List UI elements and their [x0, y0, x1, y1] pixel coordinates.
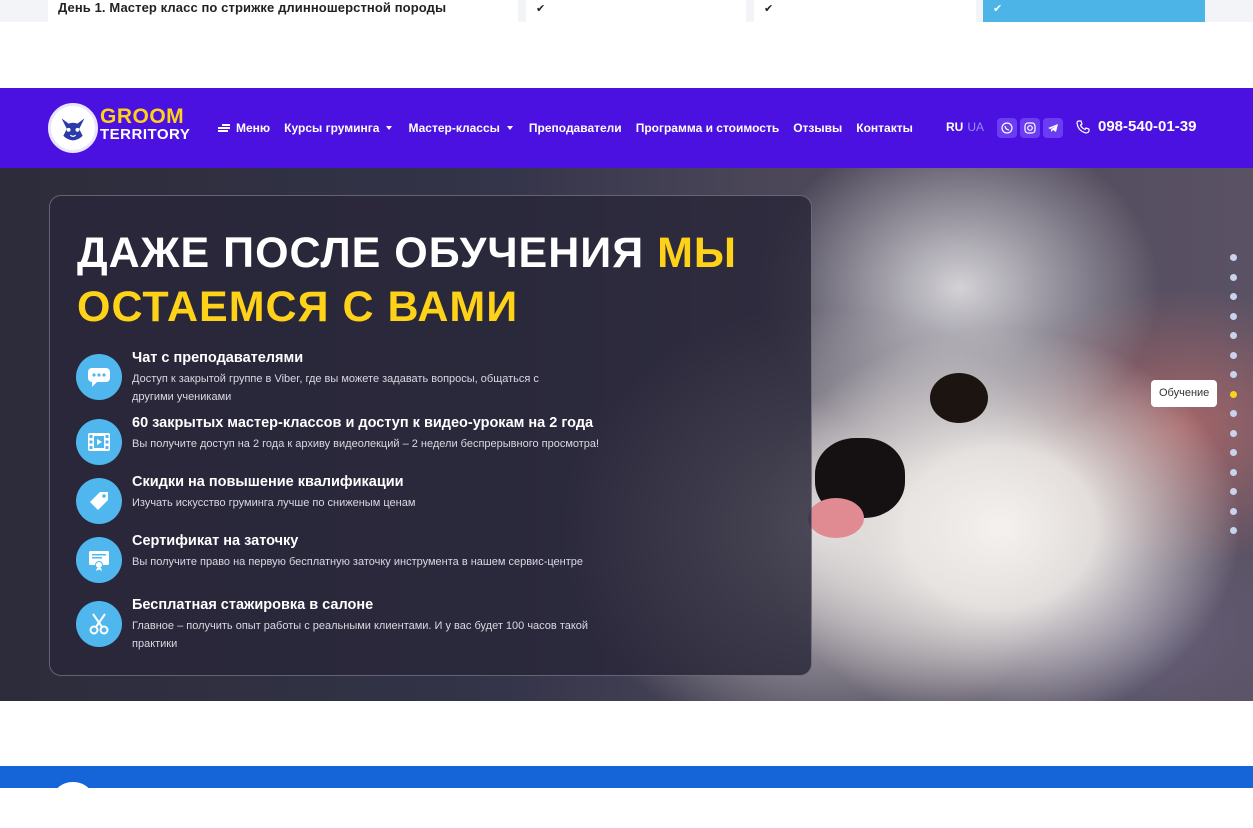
section-dot-active[interactable] [1230, 391, 1237, 398]
logo-icon[interactable] [48, 103, 98, 153]
table-cell-highlight: ✔ [983, 0, 1205, 22]
nav-contacts-label: Контакты [856, 121, 913, 135]
phone-number: 098-540-01-39 [1098, 118, 1197, 135]
nav-courses[interactable]: Курсы груминга [284, 121, 393, 135]
logo-icon[interactable] [50, 782, 96, 828]
section-dot[interactable] [1230, 274, 1237, 281]
feature-desc: Вы получите доступ на 2 года к архиву ви… [132, 438, 600, 450]
certificate-icon [76, 537, 122, 583]
chat-icon [76, 354, 122, 400]
nav-teachers[interactable]: Преподаватели [529, 121, 622, 135]
table-row-text: День 1. Мастер класс по стрижке длинноше… [58, 0, 447, 15]
feature-desc: Главное – получить опыт работы с реальны… [132, 620, 589, 650]
nav-contacts[interactable]: Контакты [856, 121, 913, 135]
hero-title-highlight2: остаемся с вами [77, 283, 519, 331]
feature-title: Сертификат на заточку [132, 533, 299, 549]
section-dot[interactable] [1230, 469, 1237, 476]
chevron-down-icon [386, 126, 393, 130]
section-dot[interactable] [1230, 527, 1237, 534]
schedule-table-row: День 1. Мастер класс по стрижке длинноше… [0, 0, 1253, 22]
language-switcher: RU UA [946, 120, 984, 134]
scissors-icon [76, 601, 122, 647]
section-dot[interactable] [1230, 410, 1237, 417]
nav-program[interactable]: Программа и стоимость [636, 121, 780, 135]
section-dot[interactable] [1230, 449, 1237, 456]
chevron-down-icon [506, 126, 513, 130]
film-icon [76, 419, 122, 465]
lang-ua[interactable]: UA [967, 120, 984, 134]
section-dot[interactable] [1230, 508, 1237, 515]
info-card: Даже после обучения мы остаемся с вами Ч… [49, 195, 812, 676]
telegram-icon[interactable] [1043, 118, 1063, 138]
nav-masterclasses[interactable]: Мастер-классы [408, 121, 513, 135]
section-dot[interactable] [1230, 332, 1237, 339]
hero-section: Даже после обучения мы остаемся с вами Ч… [0, 168, 1253, 701]
check-icon: ✔ [764, 3, 774, 15]
nav-reviews[interactable]: Отзывы [793, 121, 842, 135]
feature-desc: Изучать искусство груминга лучше по сниж… [132, 497, 416, 509]
brand-line2: TERRITORY [100, 126, 191, 143]
brand-name[interactable]: GROOM TERRITORY [100, 105, 191, 144]
instagram-icon[interactable] [1020, 118, 1040, 138]
section-dot[interactable] [1230, 293, 1237, 300]
lang-ru[interactable]: RU [946, 120, 963, 134]
check-icon: ✔ [993, 3, 1003, 15]
nav-menu-label: Меню [236, 121, 271, 135]
feature-desc: Вы получите право на первую бесплатную з… [132, 556, 583, 568]
brand-line1: GROOM [100, 105, 185, 128]
phone-icon [1076, 119, 1090, 134]
section-dot[interactable] [1230, 430, 1237, 437]
nav-masterclasses-label: Мастер-классы [408, 121, 500, 135]
feature-title: Чат с преподавателями [132, 350, 304, 366]
section-dot[interactable] [1230, 313, 1237, 320]
feature-title: Бесплатная стажировка в салоне [132, 597, 374, 613]
table-cell: ✔ [526, 0, 746, 22]
table-cell: ✔ [754, 0, 976, 22]
next-section-header [0, 766, 1253, 828]
section-tooltip: Обучение [1151, 380, 1218, 407]
hero-title-white: Даже после обучения [77, 229, 658, 277]
check-icon: ✔ [536, 3, 546, 15]
menu-icon [218, 124, 230, 132]
section-dot[interactable] [1230, 488, 1237, 495]
nav-program-label: Программа и стоимость [635, 121, 780, 135]
feature-title: 60 закрытых мастер-классов и доступ к ви… [132, 415, 594, 431]
hero-title-highlight1: мы [657, 229, 737, 277]
hero-title: Даже после обучения мы остаемся с вами [77, 226, 797, 334]
site-header: GROOM TERRITORY Меню Курсы груминга Маст… [0, 88, 1253, 168]
nav-teachers-label: Преподаватели [528, 121, 622, 135]
viber-icon[interactable] [997, 118, 1017, 138]
feature-desc: Доступ к закрытой группе в Viber, где вы… [132, 373, 539, 403]
nav-courses-label: Курсы груминга [284, 121, 380, 135]
section-dot[interactable] [1230, 254, 1237, 261]
phone-link[interactable]: 098-540-01-39 [1076, 118, 1196, 135]
section-dot[interactable] [1230, 371, 1237, 378]
nav-reviews-label: Отзывы [793, 121, 843, 135]
nav-menu[interactable]: Меню [218, 121, 270, 135]
section-dot[interactable] [1230, 352, 1237, 359]
tag-icon [76, 478, 122, 524]
main-nav: Меню Курсы груминга Мастер-классы Препод… [218, 120, 927, 136]
feature-title: Скидки на повышение квалификации [132, 474, 404, 490]
